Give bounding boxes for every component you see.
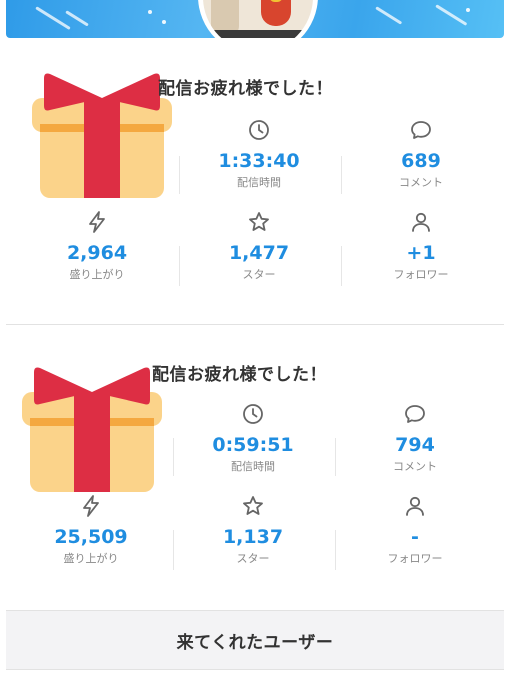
stat-label: 配信時間 [231, 460, 275, 473]
clock-icon [249, 120, 269, 140]
stat-label: 配信時間 [237, 176, 281, 189]
stat-label: 盛り上がり [63, 552, 119, 565]
card-gap [6, 325, 504, 336]
stat-value: 1,477 [228, 242, 290, 264]
stat-value: 1,137 [222, 526, 284, 548]
divider [173, 438, 174, 476]
stat-comments: 794 コメント [340, 402, 490, 474]
stat-comments: 689 コメント [346, 118, 496, 190]
gift-icon [32, 73, 172, 198]
divider [173, 530, 174, 570]
visitors-button-label: 来てくれたユーザー [176, 632, 334, 653]
stat-value: 0:59:51 [212, 434, 294, 456]
stat-label: コメント [393, 460, 437, 473]
user-icon [406, 496, 424, 516]
divider [335, 438, 336, 476]
stream-summary-card: 配信お疲れ様でした！ 1:33:40 配信時間 689 コメント 2,964 盛… [6, 38, 504, 324]
stat-label: フォロワー [393, 268, 449, 281]
stat-excitement: 2,964 盛り上がり [22, 210, 172, 282]
card-title: 配信お疲れ様でした！ [158, 79, 333, 99]
card-title: 配信お疲れ様でした！ [152, 365, 327, 385]
stream-summary-card: 配信お疲れ様でした！ 0:59:51 配信時間 794 コメント 25,509 … [6, 336, 504, 608]
lightning-icon [83, 495, 99, 517]
stat-followers: +1 フォロワー [346, 210, 496, 282]
stat-excitement: 25,509 盛り上がり [16, 494, 166, 566]
stat-value: 2,964 [66, 242, 128, 264]
divider [179, 156, 180, 194]
stat-followers: - フォロワー [340, 494, 490, 566]
comment-icon [405, 405, 425, 423]
star-icon [249, 212, 269, 231]
stat-label: スター [242, 268, 276, 281]
stat-label: 盛り上がり [69, 268, 125, 281]
divider [179, 246, 180, 286]
stat-label: フォロワー [387, 552, 443, 565]
visitors-button[interactable]: 来てくれたユーザー [6, 610, 504, 670]
stat-value: 1:33:40 [218, 150, 300, 172]
divider [341, 246, 342, 286]
stat-value: 25,509 [54, 526, 128, 548]
user-icon [412, 212, 430, 232]
stat-stars: 1,477 スター [184, 210, 334, 282]
clock-icon [243, 404, 263, 424]
stat-duration: 1:33:40 配信時間 [184, 118, 334, 190]
stat-value: 689 [401, 150, 441, 172]
star-icon [243, 496, 263, 515]
divider [335, 530, 336, 570]
stat-value: +1 [406, 242, 436, 264]
stat-value: 794 [395, 434, 435, 456]
divider [341, 156, 342, 194]
gift-icon [22, 367, 162, 492]
stat-label: スター [236, 552, 270, 565]
stat-label: コメント [399, 176, 443, 189]
lightning-icon [89, 211, 105, 233]
comment-icon [411, 121, 431, 139]
stat-duration: 0:59:51 配信時間 [178, 402, 328, 474]
stat-value: - [411, 526, 419, 548]
stat-stars: 1,137 スター [178, 494, 328, 566]
